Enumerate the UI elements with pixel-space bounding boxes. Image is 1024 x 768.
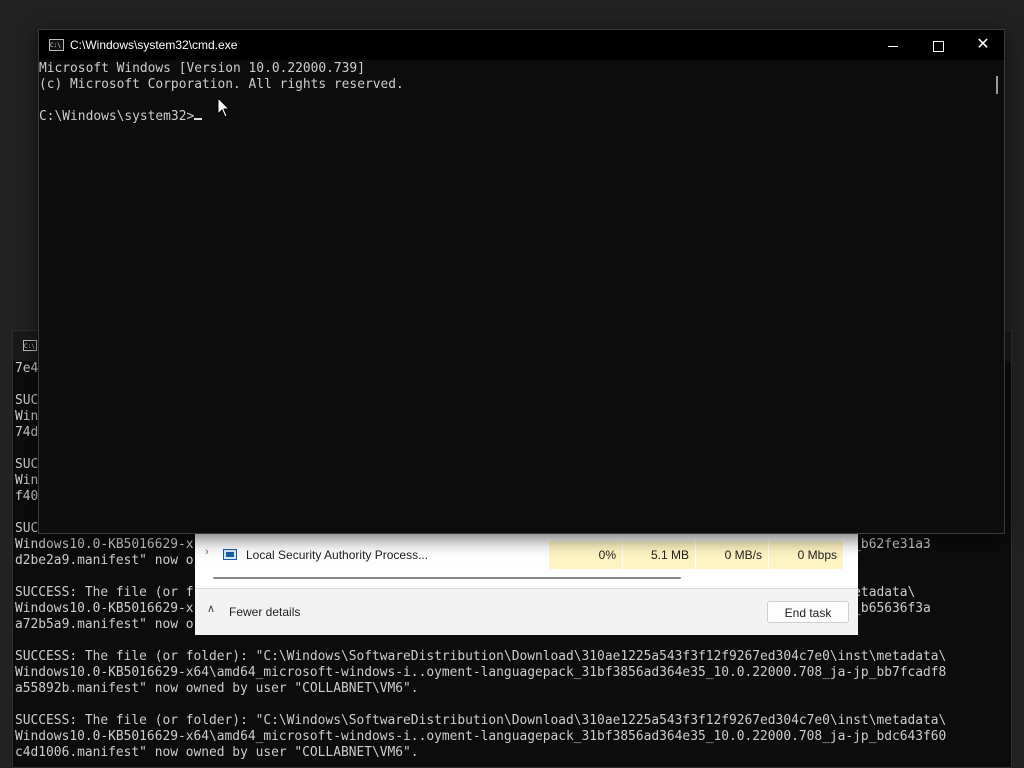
vertical-scrollbar[interactable] bbox=[996, 76, 998, 94]
minimize-button[interactable] bbox=[870, 30, 916, 60]
console-line: a72b5a9.manifest" now o bbox=[15, 617, 194, 632]
console-line: Windows10.0-KB5016629-x64\amd64_microsof… bbox=[15, 729, 947, 744]
console-line: a55892b.manifest" now owned by user "COL… bbox=[15, 681, 419, 696]
copyright-line: (c) Microsoft Corporation. All rights re… bbox=[39, 77, 404, 92]
mouse-pointer-icon bbox=[217, 97, 231, 118]
console-line: c4d1006.manifest" now owned by user "COL… bbox=[15, 745, 419, 760]
window-title: C:\Windows\system32\cmd.exe bbox=[70, 38, 238, 52]
memory-cell: 5.1 MB bbox=[623, 541, 695, 569]
task-manager-footer: ∧ Fewer details End task bbox=[195, 588, 858, 635]
console-line: Windows10.0-KB5016629-x64\amd64_microsof… bbox=[15, 665, 947, 680]
console-line: SUCCESS: The file (or folder): "C:\Windo… bbox=[15, 649, 947, 664]
horizontal-scrollbar[interactable] bbox=[213, 577, 681, 579]
console-line: SUCCESS: The file (or folder): "C:\Windo… bbox=[15, 713, 947, 728]
cpu-cell: 0% bbox=[549, 541, 622, 569]
close-icon: ✕ bbox=[976, 36, 990, 53]
close-button[interactable]: ✕ bbox=[960, 30, 1006, 60]
disk-cell: 0 MB/s bbox=[696, 541, 768, 569]
fewer-details-link[interactable]: Fewer details bbox=[229, 605, 300, 619]
console-line: f40 bbox=[15, 489, 39, 504]
text-cursor bbox=[194, 118, 203, 120]
console-line: 7e4 bbox=[15, 361, 39, 376]
network-cell: 0 Mbps bbox=[769, 541, 843, 569]
maximize-button[interactable] bbox=[915, 30, 961, 60]
console-icon: C:\ bbox=[49, 39, 64, 51]
process-name: Local Security Authority Process... bbox=[246, 548, 429, 562]
minimize-icon bbox=[888, 45, 898, 47]
console-line: 74d bbox=[15, 425, 39, 440]
chevron-right-icon[interactable]: › bbox=[205, 546, 209, 558]
main-console-window[interactable]: C:\ C:\Windows\system32\cmd.exe ✕ Micros… bbox=[38, 29, 1005, 534]
console-line: d2be2a9.manifest" now o bbox=[15, 553, 194, 568]
main-console-titlebar[interactable]: C:\ C:\Windows\system32\cmd.exe ✕ bbox=[39, 30, 1004, 60]
maximize-icon bbox=[932, 40, 944, 52]
command-prompt: C:\Windows\system32> bbox=[39, 109, 195, 124]
process-row[interactable]: › Local Security Authority Process... 0%… bbox=[195, 541, 858, 569]
task-manager-window[interactable]: › Local Security Authority Process... 0%… bbox=[195, 533, 858, 635]
chevron-up-icon[interactable]: ∧ bbox=[207, 602, 215, 615]
process-icon bbox=[223, 549, 237, 560]
end-task-button[interactable]: End task bbox=[767, 601, 849, 623]
console-icon: C:\ bbox=[23, 340, 37, 351]
version-line: Microsoft Windows [Version 10.0.22000.73… bbox=[39, 61, 365, 76]
